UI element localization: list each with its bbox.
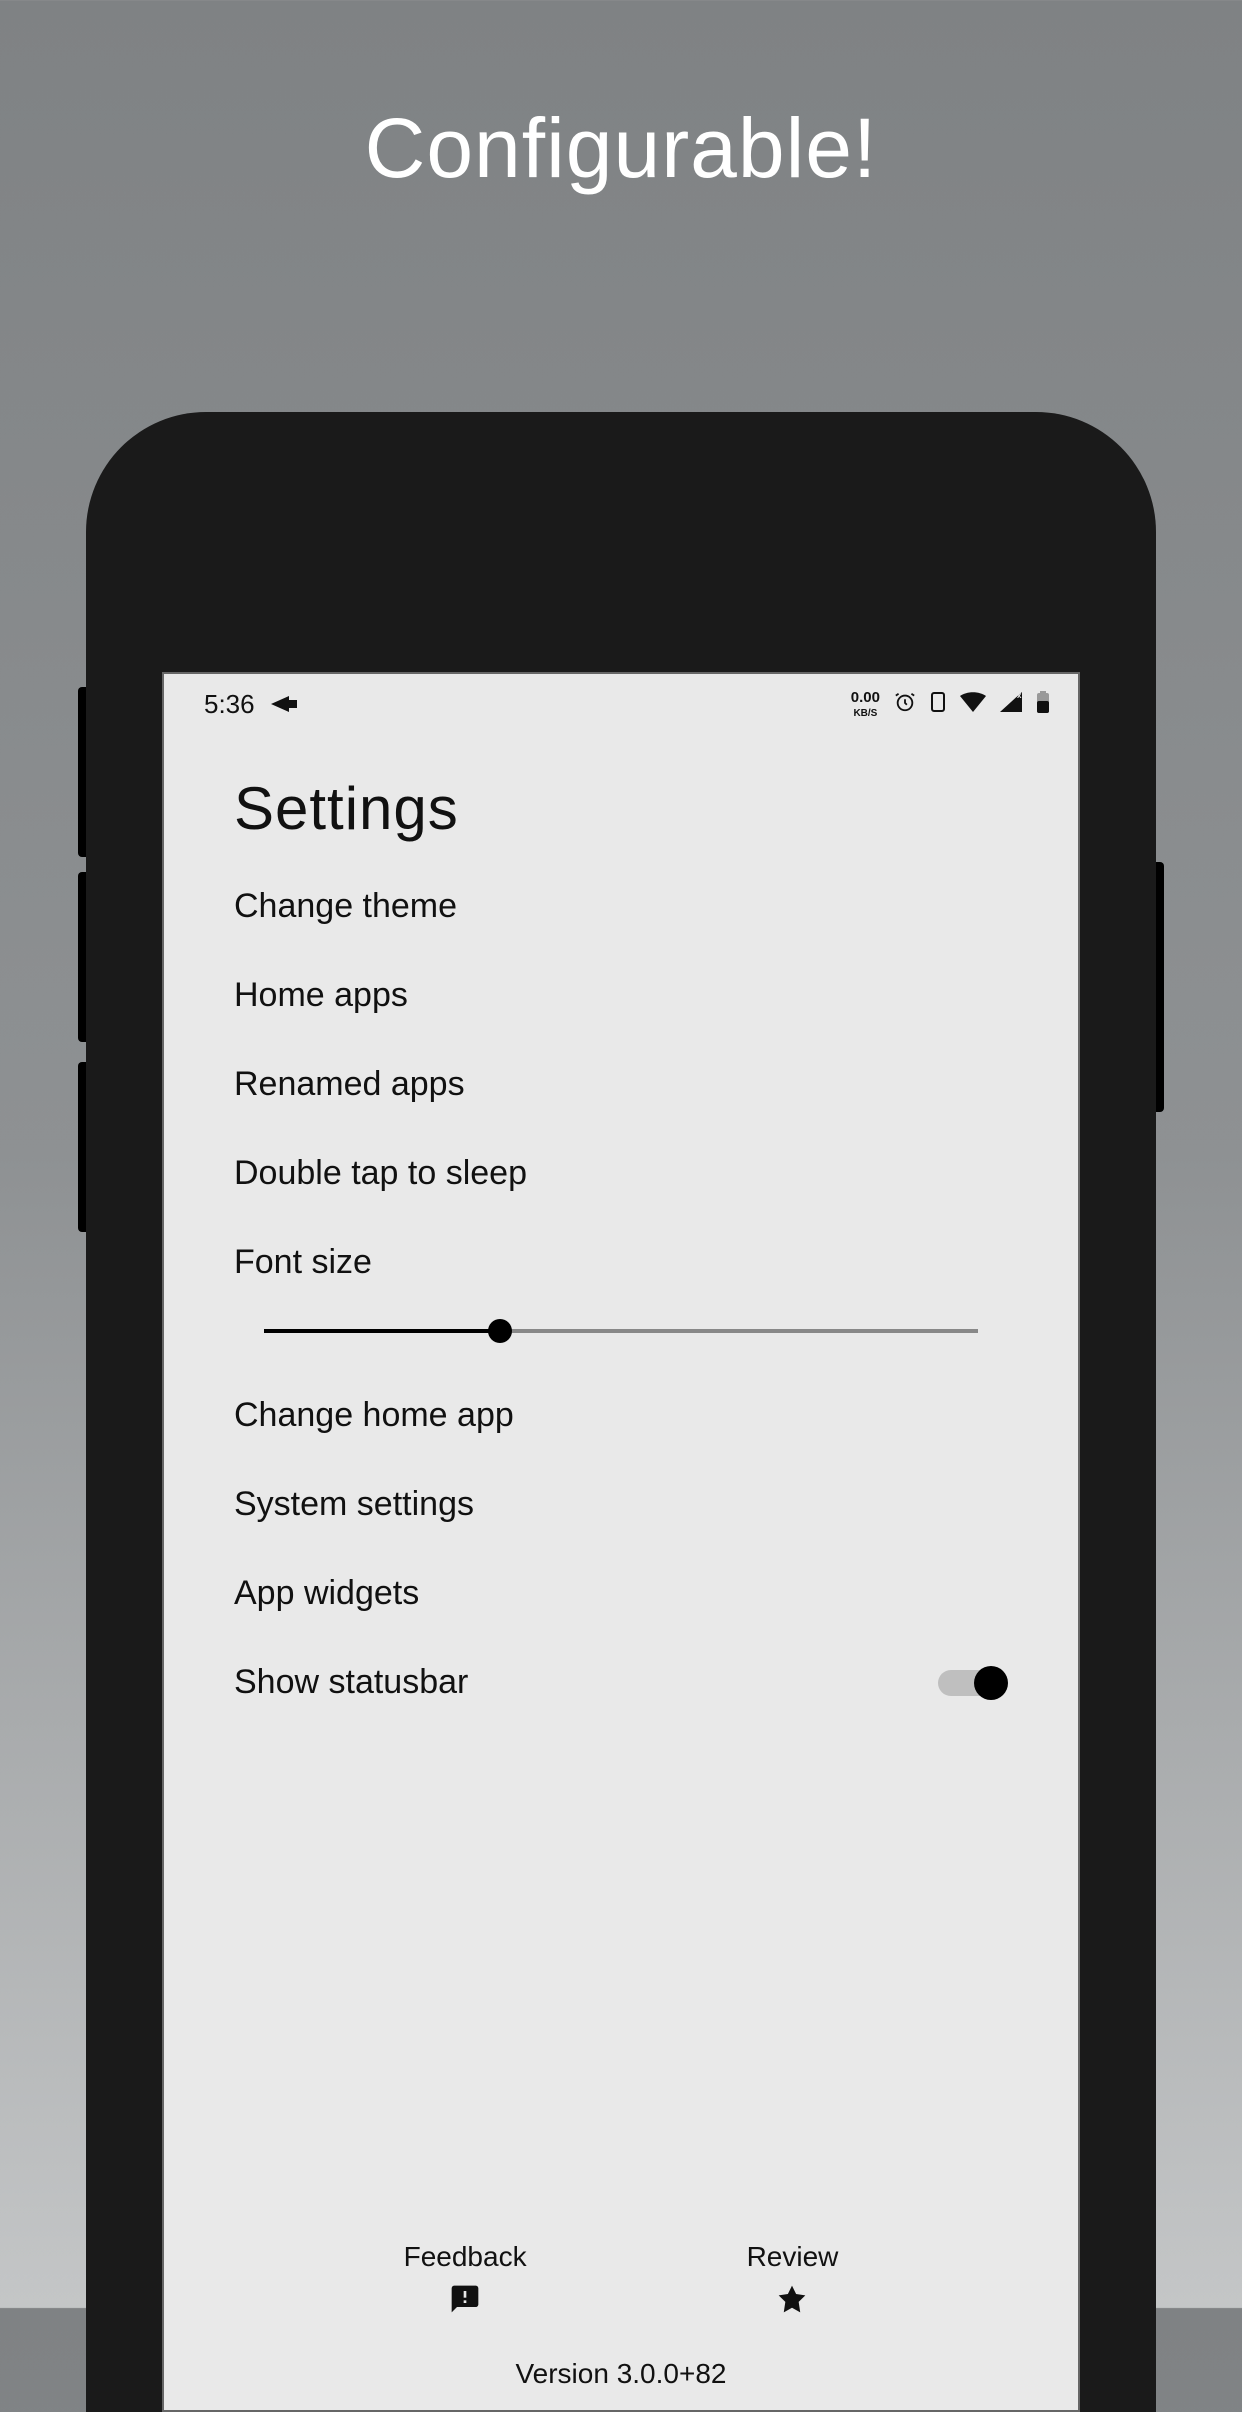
svg-text:x: x	[1017, 692, 1022, 700]
version-label: Version 3.0.0+82	[164, 2358, 1078, 2390]
phone-volume-up-button	[78, 687, 86, 857]
change-theme-item[interactable]: Change theme	[234, 887, 1008, 926]
system-settings-item[interactable]: System settings	[234, 1485, 1008, 1524]
slider-fill	[264, 1329, 500, 1333]
status-bar-left: 5:36	[204, 689, 289, 720]
star-icon	[776, 2283, 808, 2322]
phone-side-button	[78, 1062, 86, 1232]
phone-volume-down-button	[78, 872, 86, 1042]
font-size-label: Font size	[234, 1243, 1008, 1282]
page-title: Settings	[234, 774, 1008, 843]
footer: Feedback Review	[164, 2241, 1078, 2390]
status-bar-right: 0.00 KB/S	[851, 690, 1050, 719]
toggle-thumb	[974, 1666, 1008, 1700]
renamed-apps-item[interactable]: Renamed apps	[234, 1065, 1008, 1104]
review-label: Review	[747, 2241, 839, 2273]
status-bar: 5:36 0.00 KB/S	[164, 674, 1078, 726]
review-button[interactable]: Review	[747, 2241, 839, 2322]
wifi-icon	[960, 692, 986, 717]
phone-power-button	[1156, 862, 1164, 1112]
network-speed-indicator: 0.00 KB/S	[851, 690, 880, 719]
phone-screen: 5:36 0.00 KB/S	[162, 672, 1080, 2412]
feedback-label: Feedback	[404, 2241, 527, 2273]
alarm-icon	[894, 691, 916, 718]
settings-screen: Settings Change theme Home apps Renamed …	[164, 726, 1078, 2410]
change-home-app-item[interactable]: Change home app	[234, 1396, 1008, 1435]
battery-icon	[1036, 691, 1050, 718]
phone-outline-icon	[930, 691, 946, 718]
cellular-signal-icon: x	[1000, 692, 1022, 717]
double-tap-sleep-item[interactable]: Double tap to sleep	[234, 1154, 1008, 1193]
promo-headline: Configurable!	[0, 100, 1242, 197]
phone-frame: 5:36 0.00 KB/S	[86, 412, 1156, 2412]
feedback-icon	[449, 2283, 481, 2322]
feedback-button[interactable]: Feedback	[404, 2241, 527, 2322]
status-time: 5:36	[204, 689, 255, 720]
font-size-slider[interactable]	[264, 1316, 978, 1346]
back-arrow-icon	[271, 696, 289, 712]
home-apps-item[interactable]: Home apps	[234, 976, 1008, 1015]
slider-thumb[interactable]	[488, 1319, 512, 1343]
settings-list: Change theme Home apps Renamed apps Doub…	[234, 887, 1008, 1702]
show-statusbar-toggle[interactable]	[938, 1667, 1008, 1699]
show-statusbar-label: Show statusbar	[234, 1663, 468, 1702]
app-widgets-item[interactable]: App widgets	[234, 1574, 1008, 1613]
